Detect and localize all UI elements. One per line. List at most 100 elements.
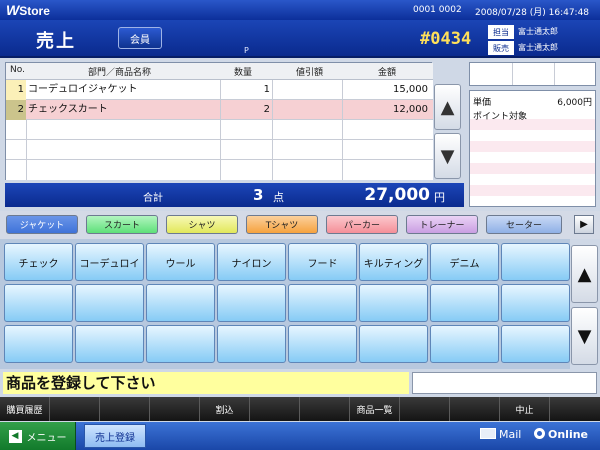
col-no: No. <box>10 65 25 75</box>
category-tab-sweater[interactable]: セーター <box>486 215 562 234</box>
product-button-hood[interactable]: フード <box>288 243 357 281</box>
product-button-empty[interactable] <box>75 325 144 363</box>
fkey-empty[interactable] <box>250 397 300 421</box>
mail-label: Mail <box>499 428 522 441</box>
product-button-empty[interactable] <box>217 325 286 363</box>
points-target-label: ポイント対象 <box>473 112 528 122</box>
arrow-up-icon: ▲ <box>440 96 455 118</box>
table-row[interactable]: 1 コーデュロイジャケット 1 15,000 <box>6 80 433 100</box>
grid-scroll-down-button[interactable]: ▼ <box>571 307 598 365</box>
product-button-empty[interactable] <box>288 325 357 363</box>
table-scroll-down-button[interactable]: ▼ <box>434 133 461 179</box>
product-button-check[interactable]: チェック <box>4 243 73 281</box>
row-index: 2 <box>6 100 26 120</box>
side-info-header <box>469 62 596 86</box>
fkey-empty[interactable] <box>400 397 450 421</box>
category-tab-sweatshirt[interactable]: トレーナー <box>406 215 478 234</box>
product-button-empty[interactable] <box>359 325 428 363</box>
arrow-up-icon: ▲ <box>577 263 592 285</box>
category-tab-skirt[interactable]: スカート <box>86 215 158 234</box>
product-button-quilting[interactable]: キルティング <box>359 243 428 281</box>
online-label: Online <box>548 428 589 441</box>
fkey-product-list[interactable]: 商品一覧 <box>350 397 400 421</box>
category-next-button[interactable]: ▶ <box>574 215 594 234</box>
sales-name: 富士通太郎 <box>518 43 558 52</box>
category-tab-tshirt[interactable]: Tシャツ <box>246 215 318 234</box>
fkey-purchase-history[interactable]: 購買履歴 <box>0 397 50 421</box>
total-bar: 合計 3 点 27,000 円 <box>5 183 464 207</box>
terminal-id: 0001 0002 <box>413 5 462 15</box>
col-amount: 金額 <box>378 68 397 78</box>
category-tab-shirt[interactable]: シャツ <box>166 215 238 234</box>
arrow-down-icon: ▼ <box>577 325 592 347</box>
title-bar: WStore 0001 0002 2008/07/28 (月) 16:47:48 <box>0 0 600 20</box>
total-amount: 27,000 <box>364 185 430 205</box>
product-grid: チェック コーデュロイ ウール ナイロン フード キルティング デニム <box>0 239 570 369</box>
product-button-empty[interactable] <box>430 325 499 363</box>
col-name: 部門／商品名称 <box>88 68 152 78</box>
product-button-empty[interactable] <box>75 284 144 322</box>
product-button-empty[interactable] <box>501 325 570 363</box>
product-button-empty[interactable] <box>4 325 73 363</box>
fkey-empty[interactable] <box>150 397 200 421</box>
product-button-empty[interactable] <box>4 284 73 322</box>
fkey-empty[interactable] <box>300 397 350 421</box>
fkey-interrupt[interactable]: 割込 <box>200 397 250 421</box>
table-row-empty <box>6 140 433 160</box>
product-button-empty[interactable] <box>430 284 499 322</box>
table-row[interactable]: 2 チェックスカート 2 12,000 <box>6 100 433 120</box>
product-button-empty[interactable] <box>501 243 570 281</box>
fkey-empty[interactable] <box>50 397 100 421</box>
product-button-empty[interactable] <box>288 284 357 322</box>
item-table: No. 部門／商品名称 数量 値引額 金額 1 コーデュロイジャケット 1 15… <box>5 62 433 180</box>
row-amount: 15,000 <box>393 84 428 95</box>
p-mark: P <box>244 46 249 55</box>
fkey-empty[interactable] <box>450 397 500 421</box>
function-key-bar: 購買履歴 割込 商品一覧 中止 <box>0 397 600 421</box>
status-message: 商品を登録して下さい <box>3 372 409 394</box>
table-scroll-up-button[interactable]: ▲ <box>434 84 461 130</box>
fkey-empty[interactable] <box>100 397 150 421</box>
table-row-empty <box>6 120 433 140</box>
back-arrow-icon: ◀ <box>8 429 22 443</box>
member-button[interactable]: 会員 <box>118 27 162 49</box>
row-discount <box>276 100 338 120</box>
product-button-empty[interactable] <box>146 325 215 363</box>
row-item-name: チェックスカート <box>28 104 108 115</box>
mail-button[interactable]: Mail <box>480 428 521 441</box>
product-button-denim[interactable]: デニム <box>430 243 499 281</box>
grid-scroll-up-button[interactable]: ▲ <box>571 245 598 303</box>
envelope-icon <box>480 428 496 439</box>
product-button-corduroy[interactable]: コーデュロイ <box>75 243 144 281</box>
total-count-unit: 点 <box>273 191 284 204</box>
receipt-number: #0434 <box>420 29 472 49</box>
category-tab-parka[interactable]: パーカー <box>326 215 398 234</box>
task-sales-registration[interactable]: 売上登録 <box>84 424 146 448</box>
page-title: 売上 <box>36 31 76 52</box>
product-button-empty[interactable] <box>146 284 215 322</box>
row-qty: 2 <box>263 104 270 115</box>
row-qty: 1 <box>263 84 270 95</box>
product-button-empty[interactable] <box>217 284 286 322</box>
menu-button[interactable]: ◀ メニュー <box>0 422 76 450</box>
arrow-down-icon: ▼ <box>440 145 455 167</box>
unit-price-label: 単価 <box>473 98 492 108</box>
total-count: 3 <box>253 186 264 204</box>
product-button-empty[interactable] <box>359 284 428 322</box>
product-button-empty[interactable] <box>501 284 570 322</box>
header: 売上 会員 P #0434 担当 富士通太郎 販売 富士通太郎 <box>0 20 600 58</box>
unit-price-value: 6,000円 <box>557 98 592 108</box>
input-display <box>412 372 597 394</box>
category-tab-jacket[interactable]: ジャケット <box>6 215 78 234</box>
table-header: No. 部門／商品名称 数量 値引額 金額 <box>6 63 433 80</box>
product-button-nylon[interactable]: ナイロン <box>217 243 286 281</box>
online-status: Online <box>534 428 588 441</box>
fkey-empty[interactable] <box>550 397 600 421</box>
col-qty: 数量 <box>234 68 253 78</box>
datetime: 2008/07/28 (月) 16:47:48 <box>475 8 590 18</box>
app-name: WStore <box>6 2 50 18</box>
arrow-right-icon: ▶ <box>580 219 588 230</box>
product-button-wool[interactable]: ウール <box>146 243 215 281</box>
fkey-cancel[interactable]: 中止 <box>500 397 550 421</box>
col-discount: 値引額 <box>296 68 324 78</box>
